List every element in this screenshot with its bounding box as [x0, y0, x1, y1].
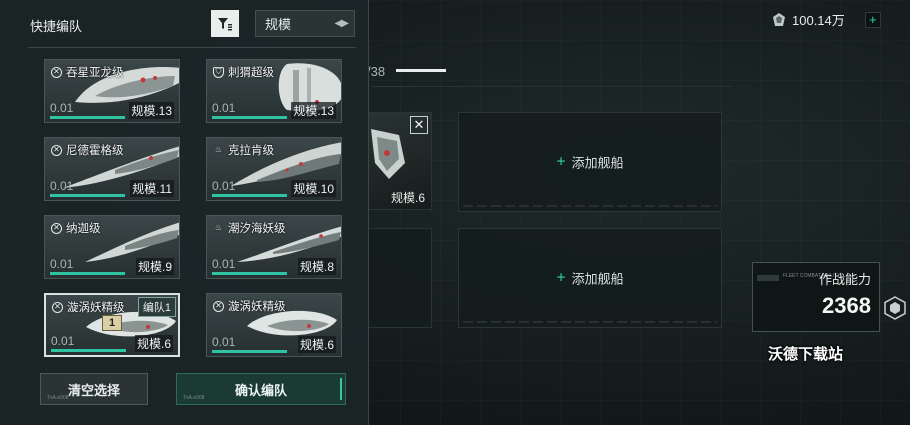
ship-name: 克拉肯级 [228, 145, 274, 157]
ship-level: 规模.9 [135, 258, 174, 275]
combat-power-value: 2368 [822, 293, 871, 318]
sort-value: 规模 [265, 17, 292, 32]
shield-icon: ⛉ [213, 66, 224, 78]
crosshair-icon: ✕ [213, 300, 224, 312]
clear-selection-button[interactable]: 清空选择 TxA.e008 [40, 373, 148, 405]
ship-level: 规模.13 [291, 102, 336, 119]
add-ship-label: 添加舰船 [571, 155, 624, 171]
ship-name: 吞星亚龙级 [66, 67, 124, 79]
ship-card[interactable]: ⛉ 刺猬超级 0.01 规模.13 [206, 59, 342, 123]
plus-icon: + [556, 269, 566, 286]
ship-level: 规模.6 [134, 335, 173, 352]
slot-decoration [463, 321, 717, 323]
crosshair-icon: ✕ [52, 301, 63, 313]
panel-divider [28, 47, 356, 48]
combat-power-label: 作战能力 [818, 272, 871, 287]
ship-bar [50, 116, 125, 119]
combat-power-panel: FLEET COMBAT ABILITY 作战能力 2368 [752, 262, 880, 332]
hexagon-icon [884, 296, 906, 320]
flame-icon: ♨ [214, 223, 223, 232]
ship-bar [212, 350, 287, 353]
ship-bar [50, 272, 125, 275]
plus-icon: + [868, 12, 877, 27]
add-currency-button[interactable]: + [864, 11, 881, 28]
button-tag: TxA.e008 [183, 395, 205, 401]
ship-value: 0.01 [212, 335, 236, 349]
ship-value: 0.01 [50, 179, 74, 193]
plus-icon: + [556, 153, 566, 170]
button-edge-accent [340, 378, 342, 400]
fleet-slot-add[interactable]: + 添加舰船 [458, 228, 722, 328]
ship-bar [212, 272, 287, 275]
slot-decoration [463, 205, 717, 207]
fleet-slot-add[interactable]: + 添加舰船 [458, 112, 722, 212]
ship-level: 规模.8 [297, 258, 336, 275]
button-tag: TxA.e008 [47, 395, 69, 401]
ship-card[interactable]: ♨ 潮汐海妖级 0.01 规模.8 [206, 215, 342, 279]
ship-bar [212, 194, 287, 197]
confirm-formation-button[interactable]: 确认编队 TxA.e008 [176, 373, 346, 405]
gem-icon [773, 12, 785, 26]
flame-icon: ♨ [214, 145, 223, 154]
ship-name: 刺猬超级 [228, 67, 274, 79]
ship-bar [51, 349, 126, 352]
ship-value: 0.01 [212, 257, 236, 271]
ship-card[interactable]: ✕ 纳迦级 0.01 规模.9 [44, 215, 180, 279]
ship-value: 0.01 [212, 101, 236, 115]
ship-level: 规模.10 [291, 180, 336, 197]
currency-value: 100.14万 [792, 13, 845, 28]
sort-arrows-icon: ◀▶ [334, 18, 349, 29]
add-ship-label: 添加舰船 [571, 271, 624, 287]
ship-bar [212, 116, 287, 119]
ship-level: 规模.6 [390, 191, 425, 205]
ship-card[interactable]: ✕ 尼德霍格级 0.01 规模.11 [44, 137, 180, 201]
fleet-slot-ship[interactable]: ✕ 规模.6 [368, 112, 432, 210]
ship-level: 规模.11 [130, 180, 174, 197]
crosshair-icon: ✕ [51, 144, 62, 156]
power-indicator [757, 275, 779, 281]
ship-value: 0.01 [212, 179, 236, 193]
fleet-slot-empty[interactable] [368, 228, 432, 328]
ship-name: 漩涡妖精级 [67, 302, 125, 314]
ship-bar [50, 194, 125, 197]
ship-name: 纳迦级 [66, 223, 101, 235]
slot-number-badge: 1 [102, 315, 122, 331]
quick-formation-panel: 快捷编队 规模 ◀▶ ✕ 吞星亚龙级 0.01 规模.13 ⛉ 刺猬超级 0.0… [0, 0, 369, 425]
ship-card[interactable]: ✕ 漩涡妖精级 0.01 规模.6 [206, 293, 342, 357]
divider-line [372, 86, 732, 87]
filter-icon [218, 17, 232, 30]
filter-button[interactable] [211, 10, 239, 37]
close-icon[interactable]: ✕ [410, 116, 428, 134]
watermark: 沃德下载站 [768, 346, 844, 363]
ship-level: 规模.13 [129, 102, 174, 119]
ship-value: 0.01 [50, 101, 74, 115]
ship-card-selected[interactable]: ✕ 漩涡妖精级 编队1 1 0.01 规模.6 [44, 293, 180, 357]
clear-selection-label: 清空选择 [67, 382, 120, 398]
ship-card[interactable]: ✕ 吞星亚龙级 0.01 规模.13 [44, 59, 180, 123]
sort-dropdown[interactable]: 规模 ◀▶ [255, 10, 355, 37]
ship-name: 漩涡妖精级 [228, 301, 286, 313]
ship-image [371, 129, 405, 179]
crosshair-icon: ✕ [51, 222, 62, 234]
ship-card[interactable]: ♨ 克拉肯级 0.01 规模.10 [206, 137, 342, 201]
panel-title: 快捷编队 [30, 19, 83, 34]
ship-name: 尼德霍格级 [66, 145, 124, 157]
ship-value: 0.01 [51, 334, 75, 348]
currency-display: 100.14万 + [772, 10, 881, 29]
ship-value: 0.01 [50, 257, 74, 271]
crosshair-icon: ✕ [51, 66, 62, 78]
ship-level: 规模.6 [297, 336, 336, 353]
fleet-capacity-bar [396, 69, 446, 72]
ship-name: 潮汐海妖级 [228, 223, 286, 235]
fleet-capacity-text: /38 [367, 64, 386, 79]
team-badge: 编队1 [137, 297, 176, 317]
confirm-formation-label: 确认编队 [234, 382, 287, 398]
